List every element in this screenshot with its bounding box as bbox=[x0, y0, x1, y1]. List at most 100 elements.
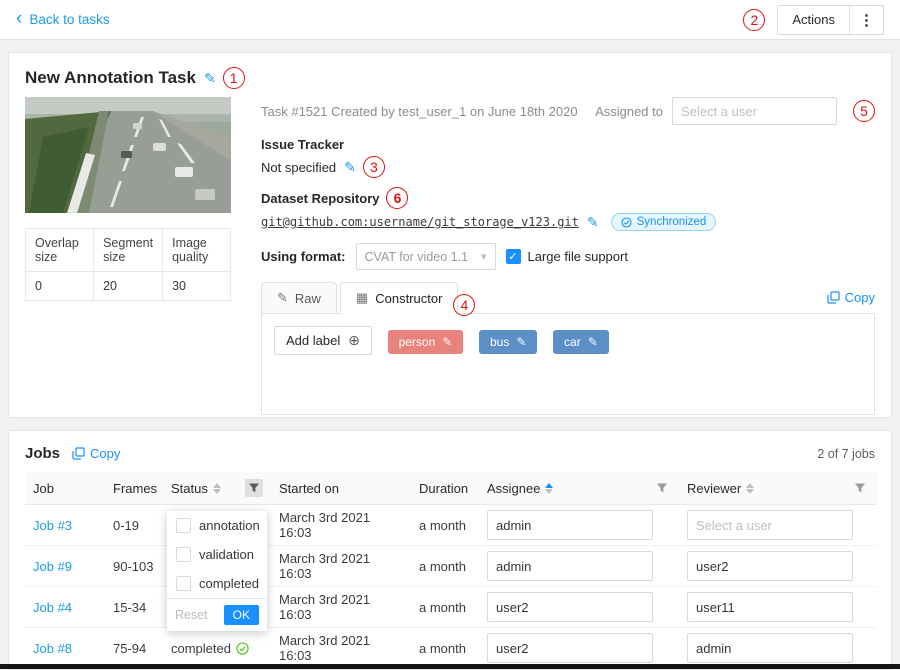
task-left-column: Overlap size Segment size Image quality … bbox=[25, 97, 233, 415]
annotation-checkbox[interactable] bbox=[176, 518, 191, 533]
column-header-duration: Duration bbox=[411, 472, 479, 505]
task-preview-image bbox=[25, 97, 231, 213]
copy-labels-label: Copy bbox=[845, 290, 875, 305]
jobs-count: 2 of 7 jobs bbox=[817, 447, 875, 461]
param-header-quality: Image quality bbox=[163, 229, 231, 272]
sort-icon[interactable] bbox=[746, 483, 754, 494]
reviewer-cell bbox=[679, 546, 877, 587]
road-scene-illustration bbox=[25, 97, 231, 213]
job-link[interactable]: Job #9 bbox=[33, 559, 72, 574]
edit-repository-icon[interactable]: ✎ bbox=[587, 214, 599, 231]
label-editor-tabs: ✎ Raw ▦ Constructor 4 Copy bbox=[261, 282, 875, 313]
task-right-column: Task #1521 Created by test_user_1 on Jun… bbox=[233, 97, 875, 415]
copy-labels-link[interactable]: Copy bbox=[827, 290, 875, 305]
annotation-3: 3 bbox=[363, 156, 385, 178]
check-circle-icon bbox=[236, 642, 249, 655]
large-file-support-checkbox[interactable]: ✓ bbox=[506, 249, 521, 264]
reviewer-input[interactable] bbox=[687, 551, 853, 581]
reviewer-input[interactable] bbox=[687, 510, 853, 540]
filter-option-completed[interactable]: completed bbox=[167, 569, 267, 598]
task-detail-card: New Annotation Task ✎ 1 bbox=[8, 52, 892, 418]
assignee-input[interactable] bbox=[487, 633, 653, 663]
reviewer-cell bbox=[679, 505, 877, 546]
sort-icon[interactable] bbox=[213, 483, 221, 494]
actions-button[interactable]: Actions ⋮ bbox=[777, 5, 884, 35]
using-format-label: Using format: bbox=[261, 249, 346, 264]
tab-constructor[interactable]: ▦ Constructor bbox=[340, 282, 459, 314]
reviewer-header-label: Reviewer bbox=[687, 481, 741, 496]
param-value-quality: 30 bbox=[163, 272, 231, 301]
copy-jobs-link[interactable]: Copy bbox=[72, 446, 120, 461]
add-label-button[interactable]: Add label ⊕ bbox=[274, 326, 372, 355]
issue-tracker-label: Issue Tracker bbox=[261, 137, 875, 152]
job-link[interactable]: Job #8 bbox=[33, 641, 72, 656]
status-cell: completed bbox=[163, 628, 271, 669]
column-header-frames: Frames bbox=[105, 472, 163, 505]
label-chip-car[interactable]: car ✎ bbox=[553, 330, 609, 354]
validation-checkbox[interactable] bbox=[176, 547, 191, 562]
synchronized-badge: Synchronized bbox=[611, 213, 717, 231]
back-to-tasks-link[interactable]: ‹ Back to tasks bbox=[16, 10, 110, 29]
edit-title-icon[interactable]: ✎ bbox=[204, 70, 216, 87]
dataset-repository-label: Dataset Repository bbox=[261, 191, 379, 206]
filter-ok-button[interactable]: OK bbox=[224, 605, 259, 625]
filter-option-validation[interactable]: validation bbox=[167, 540, 267, 569]
status-header-label: Status bbox=[171, 481, 208, 496]
job-link[interactable]: Job #3 bbox=[33, 518, 72, 533]
frames-cell: 90-103 bbox=[105, 546, 163, 587]
check-icon: ✓ bbox=[508, 250, 517, 263]
column-header-status[interactable]: Status bbox=[163, 472, 271, 505]
table-row: Job #9 90-103 March 3rd 2021 16:03 a mon… bbox=[25, 546, 877, 587]
reviewer-filter-icon[interactable] bbox=[851, 479, 869, 497]
screen-edge-strip bbox=[0, 664, 900, 669]
pencil-icon: ✎ bbox=[277, 290, 288, 306]
format-select[interactable]: CVAT for video 1.1 ▾ bbox=[356, 243, 496, 270]
reviewer-input[interactable] bbox=[687, 592, 853, 622]
reviewer-cell bbox=[679, 587, 877, 628]
reviewer-cell bbox=[679, 628, 877, 669]
task-meta: Task #1521 Created by test_user_1 on Jun… bbox=[261, 104, 578, 119]
filter-option-annotation[interactable]: annotation bbox=[167, 511, 267, 540]
job-cell: Job #8 bbox=[25, 628, 105, 669]
assignee-input[interactable] bbox=[487, 551, 653, 581]
label-chip-bus[interactable]: bus ✎ bbox=[479, 330, 537, 354]
dataset-repository-link[interactable]: git@github.com:username/git_storage_v123… bbox=[261, 215, 579, 229]
tab-raw-label: Raw bbox=[295, 291, 321, 306]
sort-icon[interactable] bbox=[545, 483, 553, 494]
edit-label-icon[interactable]: ✎ bbox=[588, 335, 598, 349]
task-assignee-select[interactable] bbox=[672, 97, 837, 125]
back-chevron-icon: ‹ bbox=[16, 9, 22, 28]
format-select-value: CVAT for video 1.1 bbox=[365, 250, 469, 264]
table-row: Job #4 15-34 March 3rd 2021 16:03 a mont… bbox=[25, 587, 877, 628]
add-label-text: Add label bbox=[286, 333, 340, 348]
constructor-panel: Add label ⊕ person ✎ bus ✎ car ✎ bbox=[261, 313, 875, 415]
label-chip-text: bus bbox=[490, 335, 509, 349]
topbar: ‹ Back to tasks 2 Actions ⋮ bbox=[0, 0, 900, 40]
param-header-segment: Segment size bbox=[94, 229, 163, 272]
frames-cell: 15-34 bbox=[105, 587, 163, 628]
started-cell: March 3rd 2021 16:03 bbox=[271, 628, 411, 669]
completed-checkbox[interactable] bbox=[176, 576, 191, 591]
filter-reset-link[interactable]: Reset bbox=[175, 608, 208, 622]
assigned-to-label: Assigned to bbox=[595, 104, 663, 119]
assignee-filter-icon[interactable] bbox=[653, 479, 671, 497]
reviewer-input[interactable] bbox=[687, 633, 853, 663]
edit-label-icon[interactable]: ✎ bbox=[442, 335, 452, 349]
column-header-reviewer[interactable]: Reviewer bbox=[679, 472, 877, 505]
column-header-job: Job bbox=[25, 472, 105, 505]
copy-icon bbox=[827, 291, 840, 304]
assignee-input[interactable] bbox=[487, 510, 653, 540]
edit-issue-tracker-icon[interactable]: ✎ bbox=[344, 159, 356, 176]
tab-raw[interactable]: ✎ Raw bbox=[261, 282, 337, 313]
filter-option-label: completed bbox=[199, 576, 259, 591]
edit-label-icon[interactable]: ✎ bbox=[516, 335, 526, 349]
job-link[interactable]: Job #4 bbox=[33, 600, 72, 615]
annotation-5: 5 bbox=[853, 100, 875, 122]
column-header-assignee[interactable]: Assignee bbox=[479, 472, 679, 505]
status-filter-icon[interactable] bbox=[245, 479, 263, 497]
frames-cell: 75-94 bbox=[105, 628, 163, 669]
label-chip-person[interactable]: person ✎ bbox=[388, 330, 464, 354]
more-icon[interactable]: ⋮ bbox=[850, 6, 883, 34]
assignee-input[interactable] bbox=[487, 592, 653, 622]
jobs-table: Job Frames Status Started on Duration bbox=[25, 472, 877, 669]
